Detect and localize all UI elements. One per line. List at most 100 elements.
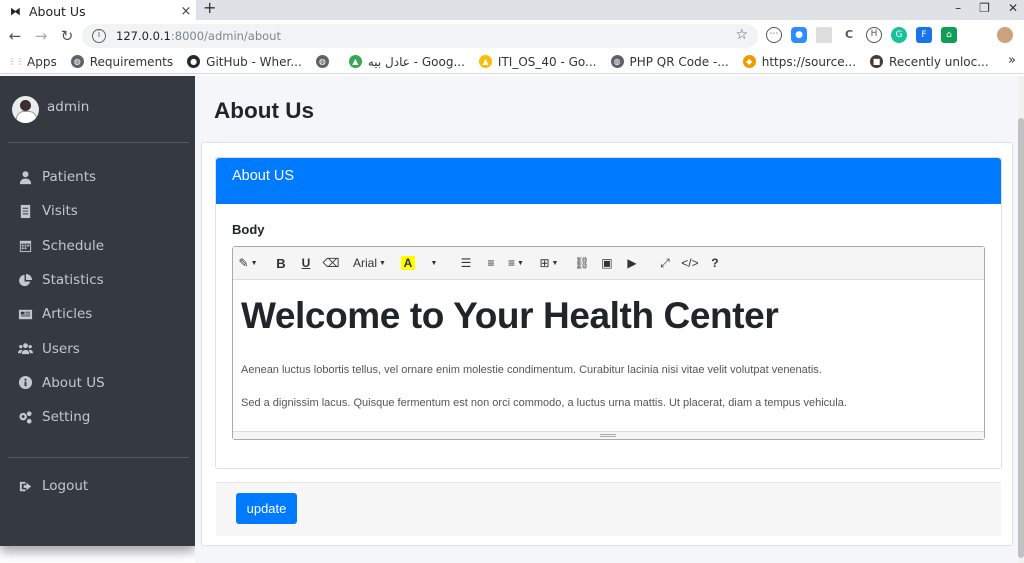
new-tab-button[interactable]: +	[203, 0, 216, 16]
grammarly-icon[interactable]: G	[891, 27, 907, 43]
bold-icon[interactable]: B	[270, 252, 292, 274]
table-icon[interactable]: ⊞ ▼	[538, 252, 560, 274]
color-dropdown-icon[interactable]: ▼	[422, 252, 444, 274]
reload-icon[interactable]: ↻	[56, 27, 78, 45]
sidebar-item-label: Visits	[42, 203, 78, 220]
browser-toolbar: ← → ↻ i 127.0.0.1:8000/admin/about ☆ ⋯ ●…	[0, 22, 1024, 50]
sidebar-nav: Patients Visits Schedule Statistics Articles…	[0, 160, 195, 434]
content-paragraph: Aenean luctus lobortis tellus, vel ornar…	[241, 364, 822, 376]
sidebar-item-setting[interactable]: Setting	[0, 400, 195, 434]
bookmark-item[interactable]: ◍ PHP QR Code -...	[610, 55, 729, 69]
extension-icon[interactable]	[966, 27, 982, 43]
sidebar-item-patients[interactable]: Patients	[0, 160, 195, 194]
bookmark-star-icon[interactable]: ☆	[735, 27, 748, 43]
sidebar-item-users[interactable]: Users	[0, 331, 195, 365]
sidebar-item-label: Schedule	[42, 237, 105, 254]
forward-arrow-icon[interactable]: →	[30, 27, 52, 45]
user-panel[interactable]: admin	[12, 96, 89, 123]
editor-toolbar: ✎ ▼ B U ⌫ Arial ▼ A ▼ ☰ ≡ ≡ ▼ ⊞ ▼ ⛓ ▣ ▶ ⤢ </…	[233, 247, 984, 280]
sidebar-item-label: Patients	[42, 169, 97, 186]
extension-icon[interactable]: ⌂	[941, 27, 957, 43]
bookmark-item[interactable]: ⋮⋮ Apps	[8, 55, 57, 69]
code-view-icon[interactable]: </>	[679, 252, 701, 274]
file-list-icon	[20, 204, 31, 218]
bowtie-favicon-icon: ⧓	[10, 4, 21, 18]
style-magic-icon[interactable]: ✎ ▼	[237, 252, 259, 274]
bookmark-label: https://source...	[761, 54, 857, 69]
globe-icon: ◍	[315, 55, 329, 68]
sidebar-item-visits[interactable]: Visits	[0, 194, 195, 228]
editor-resize-handle[interactable]	[233, 431, 984, 439]
info-icon[interactable]: i	[92, 29, 106, 43]
paragraph-align-icon[interactable]: ≡ ▼	[505, 252, 527, 274]
bookmark-item[interactable]: ■ Recently unloc...	[870, 55, 989, 69]
sidebar-item-articles[interactable]: Articles	[0, 297, 195, 331]
calendar-icon	[19, 241, 32, 253]
sidebar-item-about-us[interactable]: About US	[0, 366, 195, 400]
zoom-extension-icon[interactable]: ●	[791, 27, 807, 43]
content-paragraph: Sed a dignissim lacus. Quisque fermentum…	[241, 397, 847, 409]
text-color-icon[interactable]: A	[397, 252, 419, 274]
user-injured-icon	[19, 170, 32, 184]
bookmark-item[interactable]: ▲ عادل بيه - Goog...	[348, 54, 465, 69]
extension-icon[interactable]: F	[916, 27, 932, 43]
bookmark-label: عادل بيه - Goog...	[367, 54, 465, 69]
browser-chrome: ⧓ About Us × + – ❐ ✕ ← → ↻ i 127.0.0.1:8…	[0, 0, 1024, 76]
maximize-icon[interactable]: ❐	[979, 1, 990, 15]
newspaper-icon	[18, 309, 33, 320]
sidebar-item-schedule[interactable]: Schedule	[0, 229, 195, 263]
app-icon: ■	[870, 55, 884, 68]
google-drive-icon: ▲	[348, 55, 362, 68]
bookmark-item[interactable]: ◍	[315, 55, 335, 68]
help-icon[interactable]: ?	[704, 252, 726, 274]
sidebar-item-statistics[interactable]: Statistics	[0, 263, 195, 297]
extension-icon[interactable]: H	[866, 27, 882, 43]
main-content: About Us About US Body ✎ ▼ B U ⌫ Arial ▼ A…	[195, 76, 1024, 563]
editor-content[interactable]: Welcome to Your Health Center Aenean luc…	[233, 280, 984, 410]
bookmark-item[interactable]: ▲ ITI_OS_40 - Go...	[478, 55, 597, 69]
font-family-dropdown[interactable]: Arial ▼	[353, 252, 386, 274]
pie-chart-icon	[19, 273, 33, 286]
image-icon[interactable]: ▣	[596, 252, 618, 274]
eraser-icon[interactable]: ⌫	[320, 252, 342, 274]
url-path: :8000/admin/about	[170, 29, 281, 43]
extension-icon[interactable]: C	[841, 27, 857, 43]
browser-tab[interactable]: ⧓ About Us ×	[0, 0, 196, 22]
bookmark-item[interactable]: ● GitHub - Wher...	[187, 55, 302, 69]
extensions-area: ⋯ ● C H G F ⌂ ⋮	[766, 27, 1024, 43]
extension-icon[interactable]	[816, 27, 832, 43]
sidebar-item-label: Logout	[42, 478, 89, 495]
body-label: Body	[232, 222, 265, 237]
rich-text-editor: ✎ ▼ B U ⌫ Arial ▼ A ▼ ☰ ≡ ≡ ▼ ⊞ ▼ ⛓ ▣ ▶ ⤢ </…	[232, 246, 985, 440]
sidebar-item-logout[interactable]: Logout	[0, 469, 195, 503]
users-icon	[18, 343, 33, 355]
diamond-icon: ◆	[742, 55, 756, 68]
minimize-icon[interactable]: –	[955, 1, 961, 15]
update-button[interactable]: update	[236, 493, 297, 524]
unordered-list-icon[interactable]: ☰	[455, 252, 477, 274]
link-icon[interactable]: ⛓	[571, 252, 593, 274]
info-circle-icon	[18, 376, 33, 390]
sidebar-logout-section: Logout	[0, 469, 195, 503]
back-arrow-icon[interactable]: ←	[4, 27, 26, 45]
close-tab-icon[interactable]: ×	[176, 4, 196, 19]
address-bar[interactable]: i 127.0.0.1:8000/admin/about ☆	[82, 24, 758, 48]
sidebar: admin Patients Visits Schedule Statistics Ar…	[0, 76, 195, 546]
scrollbar[interactable]	[1018, 76, 1024, 563]
bookmark-item[interactable]: ◆ https://source...	[742, 54, 857, 69]
ordered-list-icon[interactable]: ≡	[480, 252, 502, 274]
video-icon[interactable]: ▶	[621, 252, 643, 274]
sidebar-item-label: Statistics	[42, 272, 104, 289]
fullscreen-icon[interactable]: ⤢	[654, 252, 676, 274]
sign-out-icon	[19, 481, 32, 491]
tab-strip: ⧓ About Us × + – ❐ ✕	[0, 0, 1024, 22]
globe-icon: ◍	[610, 55, 624, 68]
close-window-icon[interactable]: ✕	[1008, 1, 1018, 15]
bookmark-item[interactable]: ◍ Requirements	[70, 55, 173, 69]
bookmarks-overflow-icon[interactable]: »	[1008, 53, 1016, 68]
sidebar-item-label: Users	[42, 340, 80, 357]
tab-title: About Us	[29, 3, 86, 19]
underline-icon[interactable]: U	[295, 252, 317, 274]
extension-icon[interactable]: ⋯	[766, 27, 782, 43]
profile-avatar-icon[interactable]	[997, 27, 1013, 43]
